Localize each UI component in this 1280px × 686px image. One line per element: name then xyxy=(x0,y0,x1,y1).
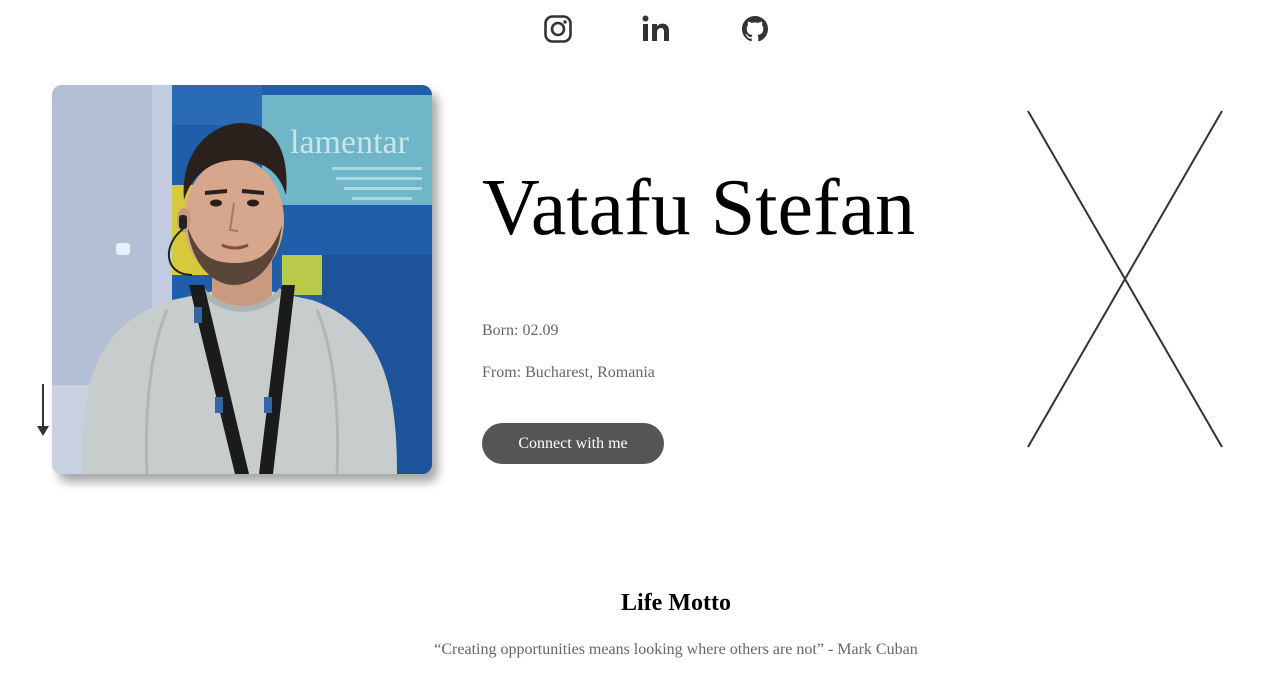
motto-title: Life Motto xyxy=(621,590,731,616)
social-links xyxy=(0,14,1280,46)
svg-text:lamentar: lamentar xyxy=(290,124,410,161)
motto-quote: “Creating opportunities means looking wh… xyxy=(434,641,918,658)
connect-button[interactable]: Connect with me xyxy=(482,423,664,464)
born-date: Born: 02.09 xyxy=(482,322,559,339)
instagram-icon[interactable] xyxy=(543,14,573,44)
hometown: From: Bucharest, Romania xyxy=(482,364,655,381)
profile-name: Vatafu Stefan xyxy=(482,164,916,252)
linkedin-icon[interactable] xyxy=(641,14,671,44)
profile-photo: lamentar xyxy=(52,85,432,474)
scroll-down-arrow-icon[interactable] xyxy=(36,384,50,438)
github-icon[interactable] xyxy=(740,14,770,44)
close-x-icon[interactable] xyxy=(1020,105,1230,455)
